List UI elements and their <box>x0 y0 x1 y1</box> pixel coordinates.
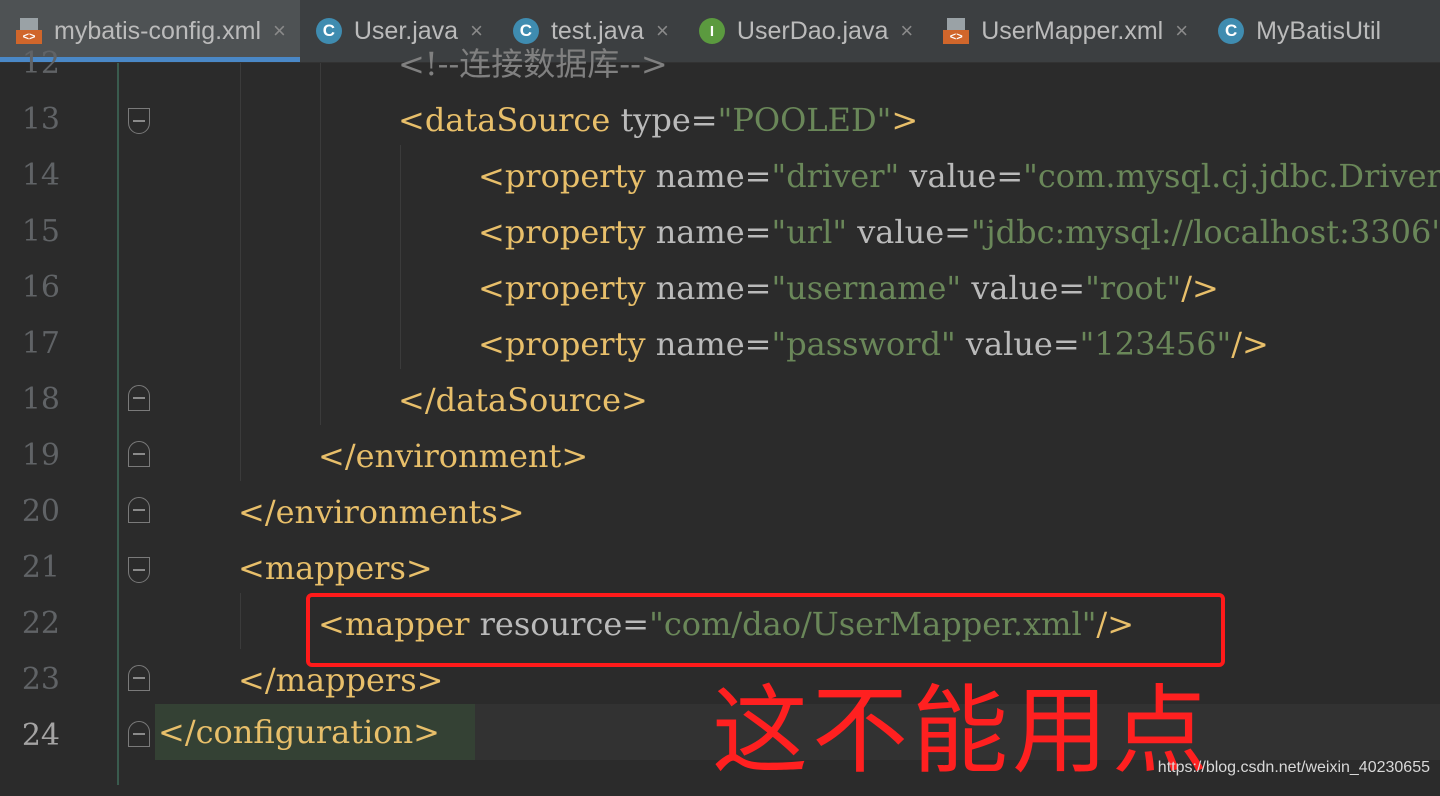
xml-file-icon: <> <box>943 18 970 44</box>
fold-collapse-icon[interactable] <box>128 108 150 134</box>
line-number: 15 <box>21 214 60 249</box>
indent-guide <box>320 63 321 425</box>
tab-label: UserMapper.xml <box>981 16 1164 45</box>
line-number: 20 <box>21 494 60 529</box>
tab-usermapper-xml[interactable]: <> UserMapper.xml × <box>927 0 1202 62</box>
fold-end-icon[interactable] <box>128 385 150 411</box>
code-editor[interactable]: 12 13 14 15 16 17 18 19 20 21 22 23 24 <… <box>0 45 1440 787</box>
line-number: 14 <box>21 158 60 193</box>
line-number: 18 <box>21 382 60 417</box>
tab-mybatisutil[interactable]: C MyBatisUtil <box>1202 0 1395 62</box>
line-number: 12 <box>21 46 60 81</box>
code-line-15: <property name="url" value="jdbc:mysql:/… <box>478 213 1440 251</box>
code-line-14: <property name="driver" value="com.mysql… <box>478 157 1440 195</box>
line-number: 16 <box>21 270 60 305</box>
line-number: 17 <box>21 326 60 361</box>
code-line-12: <!--连接数据库--> <box>398 45 668 83</box>
fold-end-icon[interactable] <box>128 721 150 747</box>
watermark: https://blog.csdn.net/weixin_40230655 <box>1157 759 1430 776</box>
line-number: 19 <box>21 438 60 473</box>
line-number: 23 <box>21 662 60 697</box>
code-line-13: <dataSource type="POOLED"> <box>398 101 919 139</box>
fold-end-icon[interactable] <box>128 497 150 523</box>
tab-userdao-java[interactable]: I UserDao.java × <box>683 0 927 62</box>
fold-collapse-icon[interactable] <box>128 557 150 583</box>
annotation-text: 这不能用点 <box>712 675 1212 787</box>
gutter-separator <box>117 63 119 785</box>
close-icon[interactable]: × <box>1175 18 1188 44</box>
line-number: 22 <box>21 606 60 641</box>
code-line-16: <property name="username" value="root"/> <box>478 269 1219 307</box>
line-number: 13 <box>21 102 60 137</box>
line-number: 21 <box>21 550 60 585</box>
code-line-18: </dataSource> <box>398 381 648 419</box>
indent-guide <box>240 63 241 481</box>
line-number: 24 <box>21 718 60 753</box>
code-line-20: </environments> <box>238 493 525 531</box>
close-icon[interactable]: × <box>900 18 913 44</box>
tab-label: MyBatisUtil <box>1256 16 1382 45</box>
class-icon: C <box>315 18 342 44</box>
tab-label: mybatis-config.xml <box>54 16 261 45</box>
highlight-box <box>306 593 1225 667</box>
class-icon: C <box>1218 18 1245 44</box>
fold-end-icon[interactable] <box>128 665 150 691</box>
editor-tab-bar: <> mybatis-config.xml × C User.java × C … <box>0 0 1440 63</box>
tab-label: UserDao.java <box>736 16 889 45</box>
fold-end-icon[interactable] <box>128 441 150 467</box>
code-line-17: <property name="password" value="123456"… <box>478 325 1269 363</box>
interface-icon: I <box>698 18 725 44</box>
code-line-24: </configuration> <box>158 713 440 751</box>
indent-guide <box>240 593 241 649</box>
code-line-19: </environment> <box>318 437 589 475</box>
indent-guide <box>400 145 401 369</box>
code-line-21: <mappers> <box>238 549 433 587</box>
close-icon[interactable]: × <box>273 18 286 44</box>
